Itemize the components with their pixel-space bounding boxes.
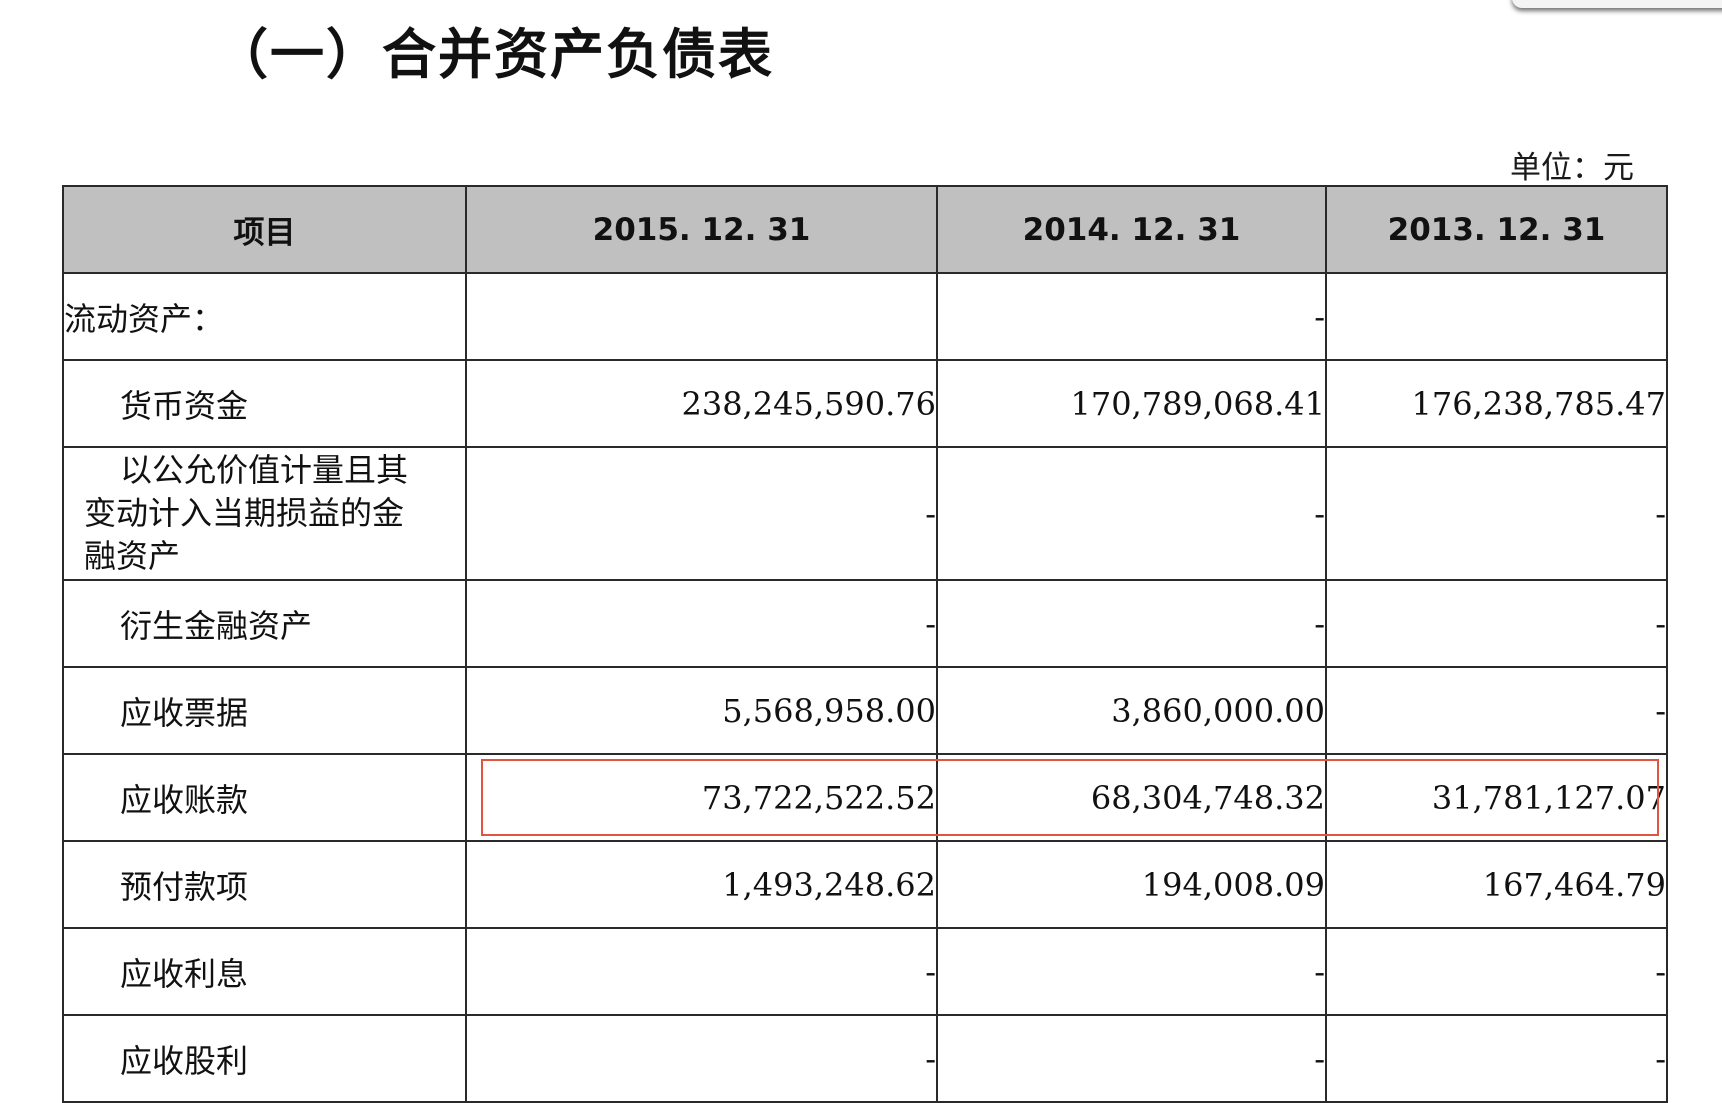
column-header-2015: 2015. 12. 31 xyxy=(465,185,938,274)
table-row: 衍生金融资产 - - - xyxy=(62,579,1668,668)
value-2013: 31,781,127.07 xyxy=(1325,753,1668,842)
value-2013: - xyxy=(1325,666,1668,755)
row-label: 衍生金融资产 xyxy=(62,579,467,668)
table-row: 流动资产： - xyxy=(62,272,1668,361)
row-label-line: 融资产 xyxy=(84,537,181,575)
row-label: 应收票据 xyxy=(62,666,467,755)
unit-label: 单位：元 xyxy=(1510,150,1634,186)
table-header-row: 项目 2015. 12. 31 2014. 12. 31 2013. 12. 3… xyxy=(62,185,1668,274)
value-2013: - xyxy=(1325,446,1668,581)
value-2015: 5,568,958.00 xyxy=(465,666,938,755)
value-2014: 194,008.09 xyxy=(936,840,1327,929)
row-label: 应收账款 xyxy=(62,753,467,842)
value-2015 xyxy=(465,272,938,361)
value-2014: - xyxy=(936,272,1327,361)
row-label: 应收股利 xyxy=(62,1014,467,1103)
value-2013: - xyxy=(1325,927,1668,1016)
value-2014: - xyxy=(936,927,1327,1016)
column-header-2014: 2014. 12. 31 xyxy=(936,185,1327,274)
table-row: 以公允价值计量且其 变动计入当期损益的金 融资产 - - - xyxy=(62,446,1668,581)
row-label: 预付款项 xyxy=(62,840,467,929)
row-label: 货币资金 xyxy=(62,359,467,448)
value-2013: - xyxy=(1325,579,1668,668)
table-row-highlighted: 应收账款 73,722,522.52 68,304,748.32 31,781,… xyxy=(62,753,1668,842)
value-2014: - xyxy=(936,579,1327,668)
value-2013: 176,238,785.47 xyxy=(1325,359,1668,448)
row-label-line: 以公允价值计量且其 xyxy=(120,451,409,489)
table-row: 预付款项 1,493,248.62 194,008.09 167,464.79 xyxy=(62,840,1668,929)
value-2015: 73,722,522.52 xyxy=(465,753,938,842)
window-corner-shadow xyxy=(1512,0,1722,8)
value-2015: - xyxy=(465,579,938,668)
row-label: 流动资产： xyxy=(62,272,467,361)
value-2014: - xyxy=(936,446,1327,581)
value-2014: 170,789,068.41 xyxy=(936,359,1327,448)
value-2013: - xyxy=(1325,1014,1668,1103)
balance-sheet-table: 项目 2015. 12. 31 2014. 12. 31 2013. 12. 3… xyxy=(62,185,1668,1103)
column-header-2013: 2013. 12. 31 xyxy=(1325,185,1668,274)
value-2014: 3,860,000.00 xyxy=(936,666,1327,755)
value-2014: 68,304,748.32 xyxy=(936,753,1327,842)
value-2014: - xyxy=(936,1014,1327,1103)
table-row: 应收利息 - - - xyxy=(62,927,1668,1016)
row-label-line: 变动计入当期损益的金 xyxy=(84,494,405,532)
value-2015: 238,245,590.76 xyxy=(465,359,938,448)
table-row: 应收票据 5,568,958.00 3,860,000.00 - xyxy=(62,666,1668,755)
table-row: 应收股利 - - - xyxy=(62,1014,1668,1103)
page-title: （一）合并资产负债表 xyxy=(214,23,774,86)
value-2013 xyxy=(1325,272,1668,361)
row-label: 以公允价值计量且其 变动计入当期损益的金 融资产 xyxy=(62,446,467,581)
column-header-item: 项目 xyxy=(62,185,467,274)
row-label: 应收利息 xyxy=(62,927,467,1016)
value-2015: - xyxy=(465,1014,938,1103)
value-2013: 167,464.79 xyxy=(1325,840,1668,929)
value-2015: 1,493,248.62 xyxy=(465,840,938,929)
value-2015: - xyxy=(465,927,938,1016)
value-2015: - xyxy=(465,446,938,581)
table-row: 货币资金 238,245,590.76 170,789,068.41 176,2… xyxy=(62,359,1668,448)
